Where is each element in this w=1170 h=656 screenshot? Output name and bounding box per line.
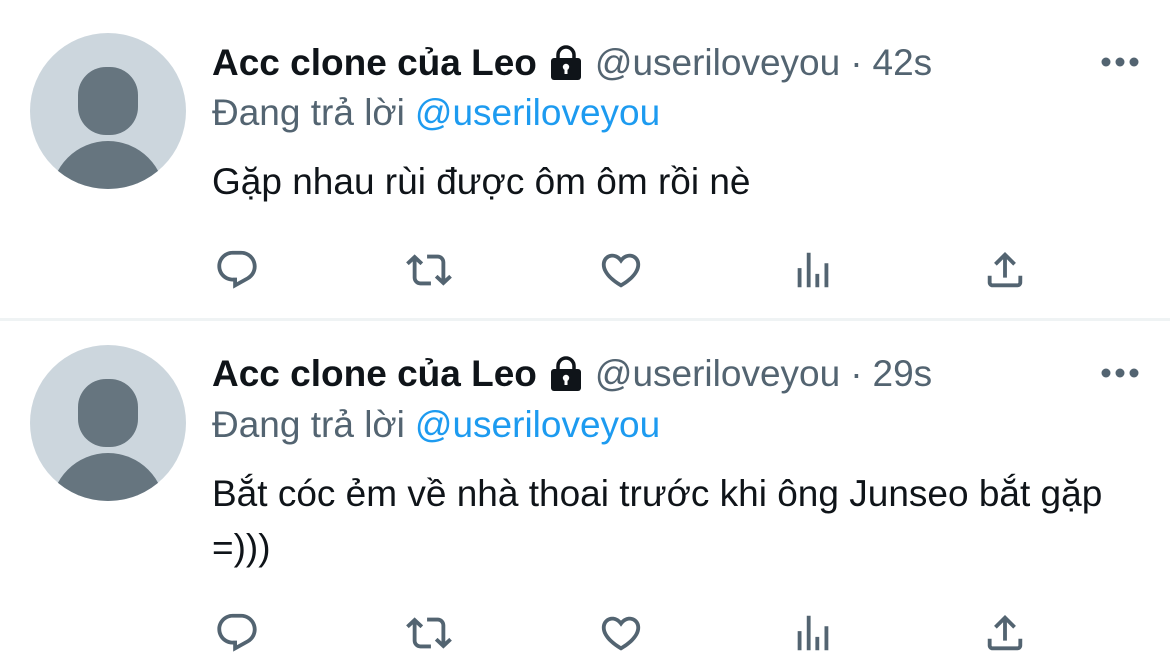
default-avatar-head [78,67,138,135]
tweet-text: Bắt cóc ẻm về nhà thoai trước khi ông Ju… [212,473,1103,568]
retweet-icon [406,617,452,649]
retweet-button[interactable] [404,608,454,656]
replying-to-label: Đang trả lời [212,92,405,133]
display-name[interactable]: Acc clone của Leo [212,42,537,84]
tweet[interactable]: Acc clone của Leo @useriloveyou · 29s Đa… [0,321,1170,656]
timestamp[interactable]: 42s [873,42,933,84]
retweet-icon [406,254,452,286]
replying-to: Đang trả lời @useriloveyou [212,92,660,134]
reply-icon [217,250,257,289]
share-icon [987,251,1023,288]
views-icon [797,252,829,288]
replying-to-label: Đang trả lời [212,404,405,445]
share-button[interactable] [980,245,1030,295]
lock-icon [549,356,583,392]
reply-mention-link[interactable]: @useriloveyou [415,404,660,445]
separator-dot: · [850,353,863,394]
reply-button[interactable] [212,245,262,295]
like-button[interactable] [596,608,646,656]
tweet-feed: Acc clone của Leo @useriloveyou · 42s Đa… [0,0,1170,656]
lock-icon [549,45,583,81]
tweet-header: Acc clone của Leo @useriloveyou · 29s [212,352,932,396]
share-icon [987,614,1023,651]
separator-dot: · [850,42,863,83]
tweet-text: Gặp nhau rùi được ôm ôm rồi nè [212,161,751,202]
tweet-actions [0,245,1170,295]
like-icon [601,616,641,651]
user-handle[interactable]: @useriloveyou [595,353,840,395]
retweet-button[interactable] [404,245,454,295]
more-icon[interactable] [1100,55,1140,69]
replying-to: Đang trả lời @useriloveyou [212,404,660,446]
views-button[interactable] [788,608,838,656]
like-button[interactable] [596,245,646,295]
display-name[interactable]: Acc clone của Leo [212,353,537,395]
tweet-header: Acc clone của Leo @useriloveyou · 42s [212,41,932,85]
share-button[interactable] [980,608,1030,656]
avatar[interactable] [30,33,186,189]
reply-icon [217,613,257,652]
reply-button[interactable] [212,608,262,656]
default-avatar-head [78,379,138,447]
avatar[interactable] [30,345,186,501]
tweet[interactable]: Acc clone của Leo @useriloveyou · 42s Đa… [0,0,1170,318]
reply-mention-link[interactable]: @useriloveyou [415,92,660,133]
user-handle[interactable]: @useriloveyou [595,42,840,84]
default-avatar-body [51,141,165,189]
timestamp[interactable]: 29s [873,353,933,395]
tweet-actions [0,608,1170,656]
more-icon[interactable] [1100,366,1140,380]
views-icon [797,615,829,651]
default-avatar-body [51,453,165,501]
views-button[interactable] [788,245,838,295]
like-icon [601,253,641,288]
